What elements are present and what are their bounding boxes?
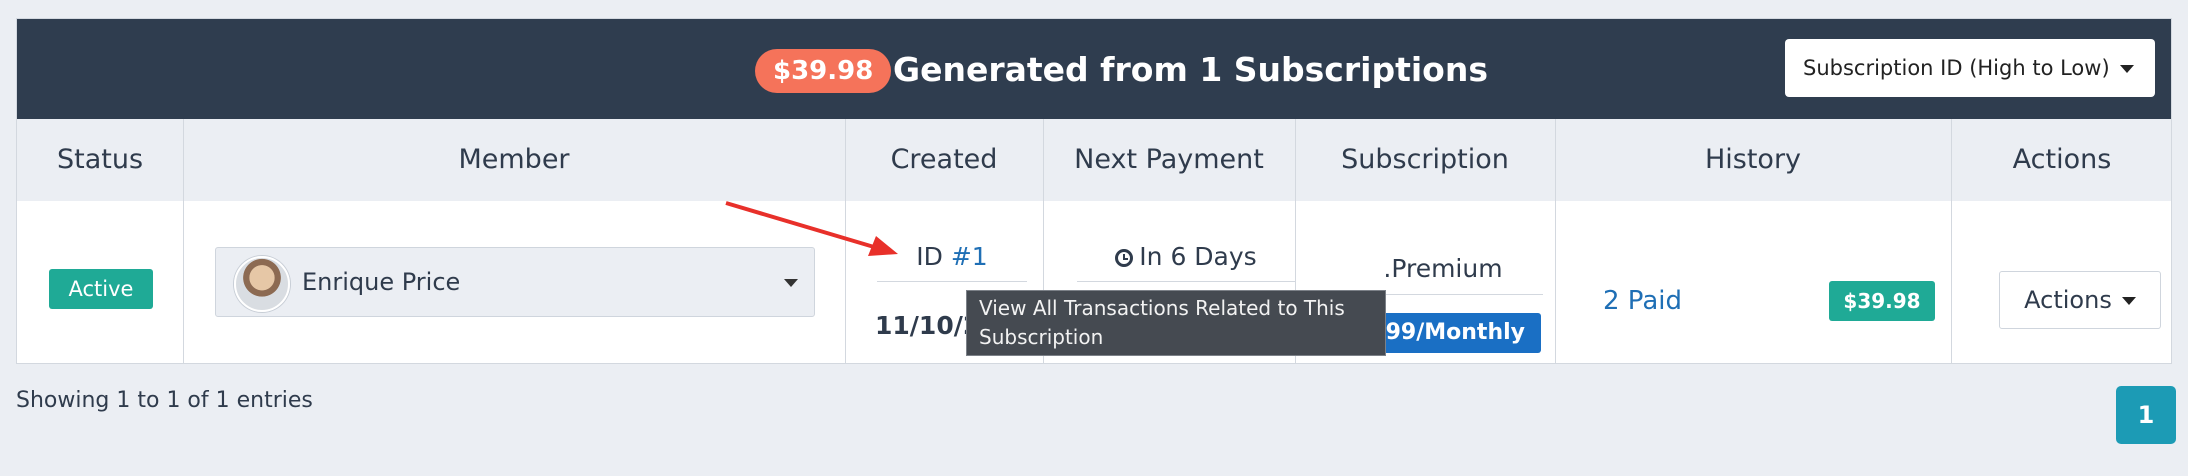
tooltip: View All Transactions Related to This Su… bbox=[966, 290, 1386, 356]
entries-info: Showing 1 to 1 of 1 entries bbox=[16, 388, 313, 413]
arrow-icon bbox=[725, 201, 898, 256]
pagination-page-1[interactable]: 1 bbox=[2116, 386, 2176, 444]
